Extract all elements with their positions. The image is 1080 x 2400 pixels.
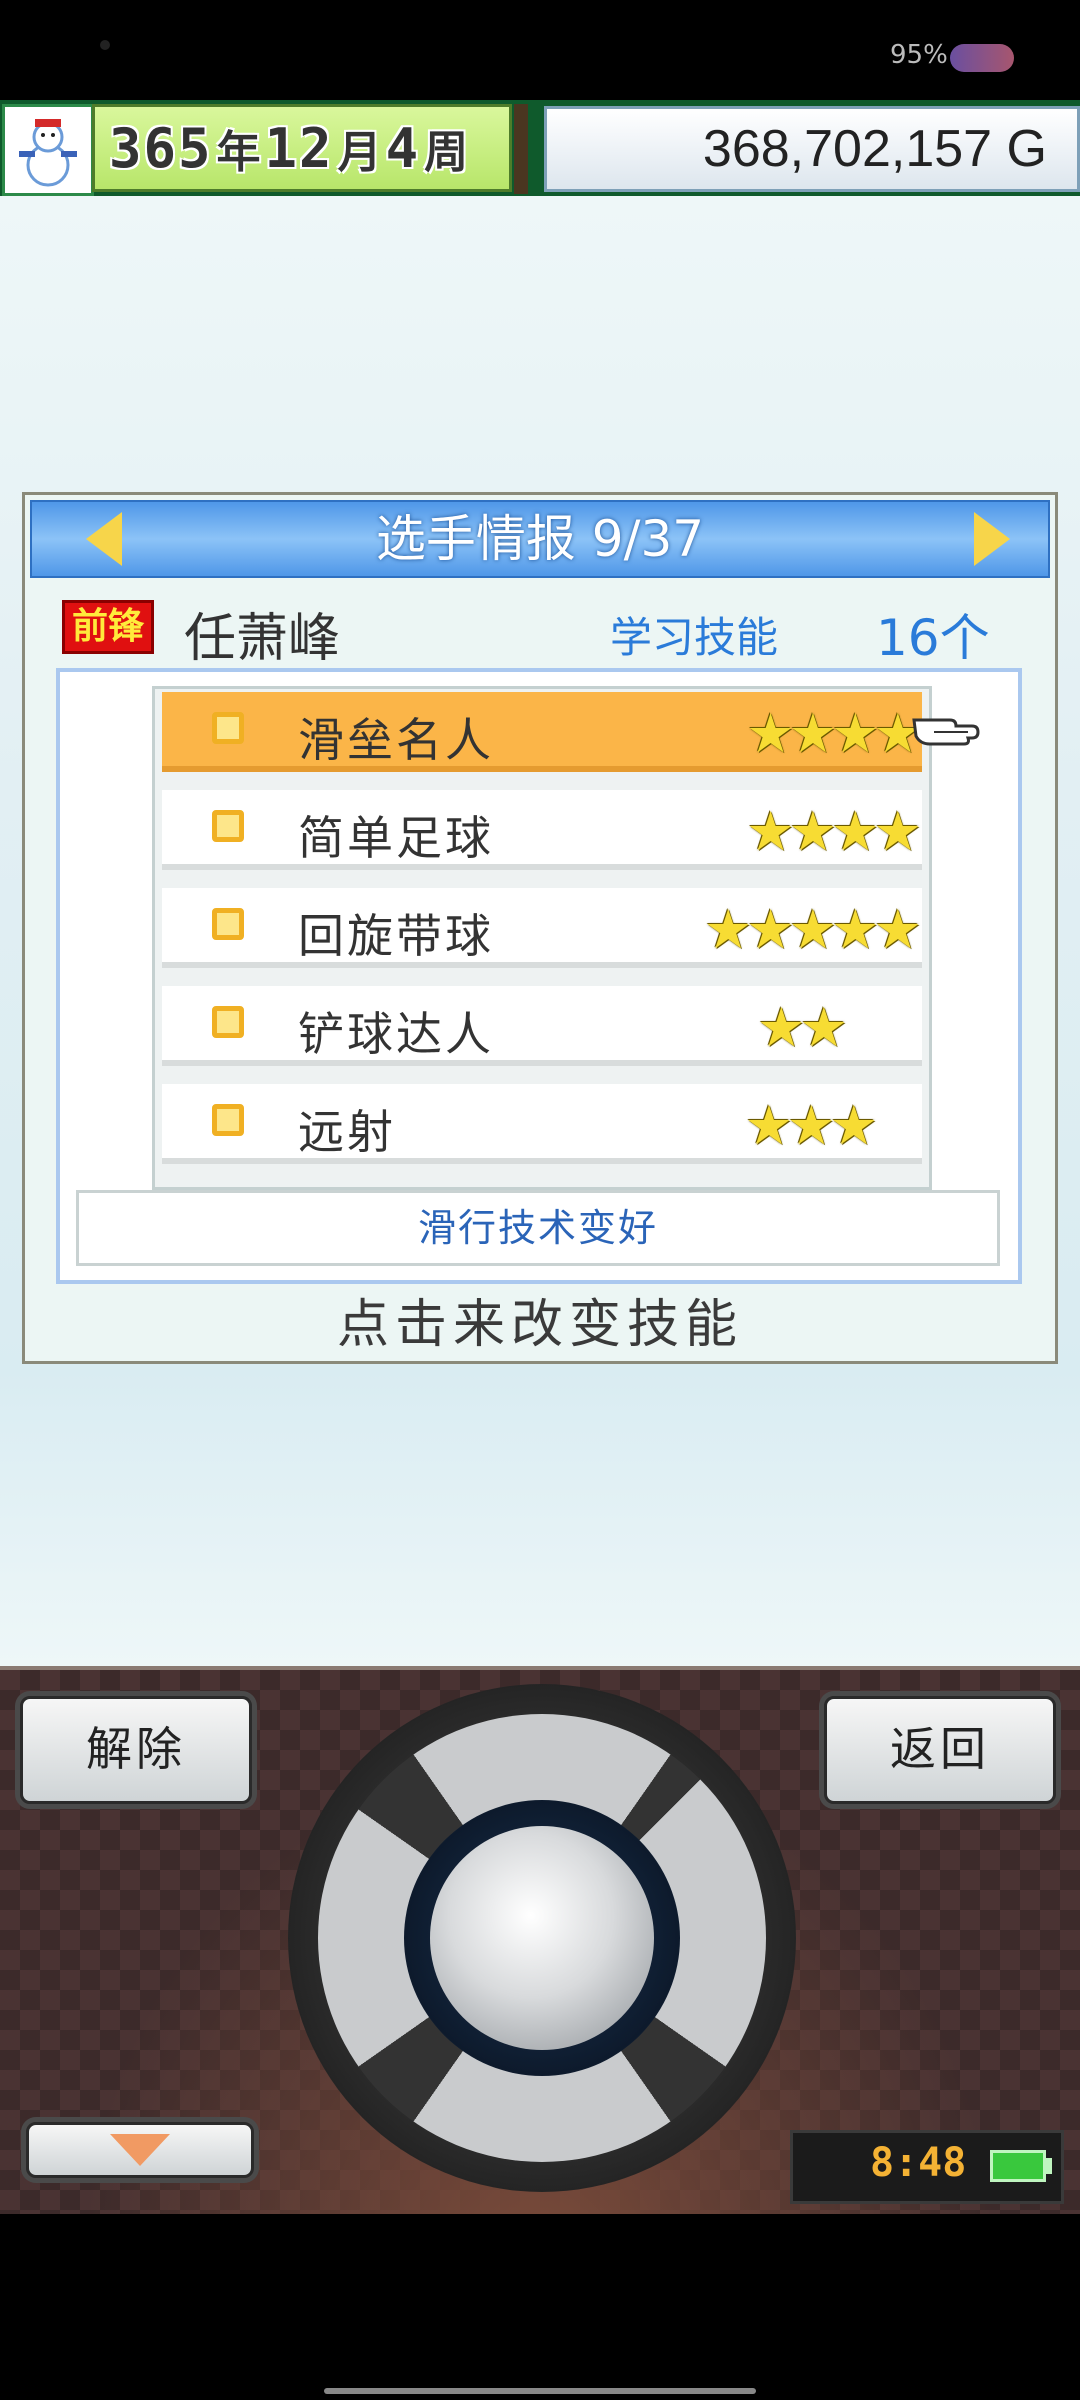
- learned-skills-count: 16个: [876, 609, 990, 667]
- checkbox-icon[interactable]: [212, 1104, 244, 1136]
- year-value: 365: [109, 116, 213, 180]
- week-value: 4: [385, 116, 421, 180]
- snowman-avatar-icon: [2, 104, 94, 196]
- dpad-center-button[interactable]: [430, 1826, 654, 2050]
- week-unit: 周: [424, 127, 469, 178]
- skill-row[interactable]: 滑垒名人 ★★★★: [162, 692, 922, 772]
- month-value: 12: [264, 116, 334, 180]
- skill-row[interactable]: 回旋带球 ★★★★★: [162, 888, 922, 968]
- star-rating-icon: ★★★★★: [703, 898, 922, 961]
- header-divider: [514, 104, 528, 194]
- tap-to-change-hint: 点击来改变技能: [336, 1295, 743, 1355]
- skill-name: 回旋带球: [298, 909, 494, 963]
- skill-row[interactable]: 简单足球 ★★★★: [162, 790, 922, 870]
- clock: 8:48: [870, 2140, 967, 2186]
- release-button[interactable]: 解除: [20, 1696, 252, 1804]
- skill-name: 远射: [298, 1105, 396, 1159]
- camera-dot: [100, 40, 110, 50]
- month-unit: 月: [337, 127, 382, 178]
- battery-percent: 95%: [890, 40, 948, 70]
- prev-player-arrow-icon[interactable]: [86, 512, 122, 566]
- player-name: 任萧峰: [184, 609, 341, 669]
- skill-row[interactable]: 铲球达人 ★★: [162, 986, 922, 1066]
- back-button[interactable]: 返回: [824, 1696, 1056, 1804]
- home-indicator[interactable]: [324, 2388, 756, 2394]
- position-badge: 前锋: [62, 600, 154, 654]
- device-battery-tip: [1046, 2158, 1052, 2174]
- star-rating-icon: ★★★★: [746, 702, 922, 765]
- panel-title: 选手情报 9/37: [375, 510, 705, 568]
- down-arrow-icon: [110, 2134, 170, 2166]
- star-rating-icon: ★★: [757, 996, 848, 1059]
- money-display: 368,702,157 G: [544, 106, 1080, 192]
- skill-row[interactable]: 远射 ★★★: [162, 1084, 922, 1164]
- next-player-arrow-icon[interactable]: [974, 512, 1010, 566]
- skill-name: 铲球达人: [298, 1007, 494, 1061]
- checkbox-icon[interactable]: [212, 712, 244, 744]
- battery-icon: [950, 44, 1014, 72]
- device-battery-icon: [990, 2150, 1046, 2182]
- skill-name: 简单足球: [298, 811, 494, 865]
- checkbox-icon[interactable]: [212, 908, 244, 940]
- learned-skills-label: 学习技能: [610, 613, 779, 662]
- hand-pointer-icon: [910, 706, 980, 750]
- skill-name: 滑垒名人: [298, 713, 494, 767]
- checkbox-icon[interactable]: [212, 1006, 244, 1038]
- star-rating-icon: ★★★★: [746, 800, 922, 863]
- skill-description: 滑行技术变好: [76, 1190, 1000, 1266]
- year-unit: 年: [216, 127, 261, 178]
- checkbox-icon[interactable]: [212, 810, 244, 842]
- game-date: 365 年 12 月 4 周: [92, 104, 512, 192]
- star-rating-icon: ★★★: [744, 1094, 878, 1157]
